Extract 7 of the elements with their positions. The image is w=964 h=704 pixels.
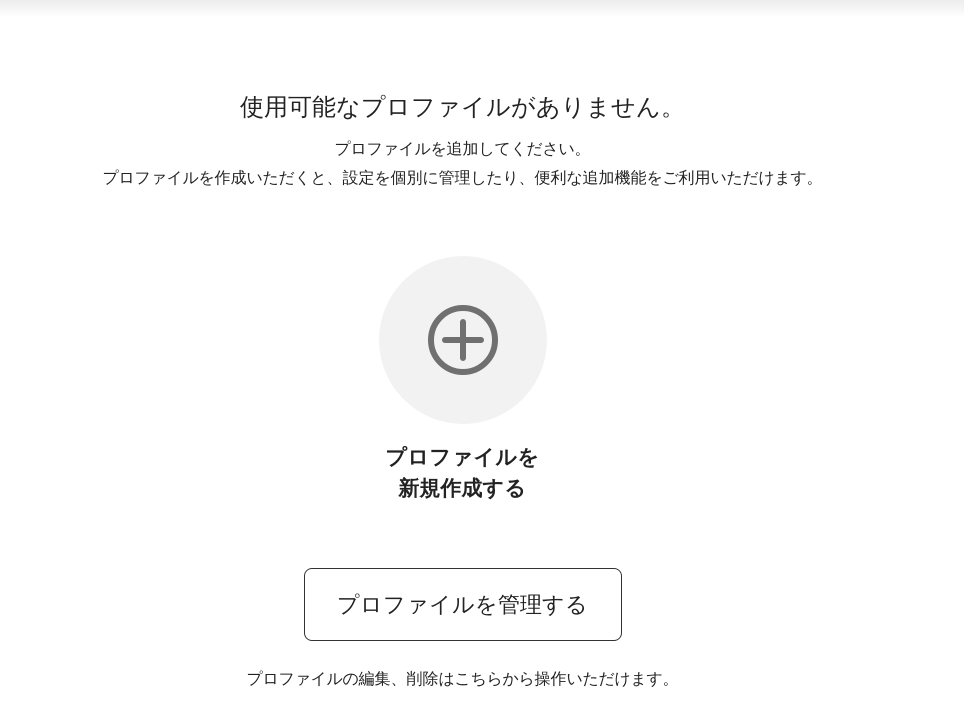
description-text: プロファイルを追加してください。 <box>334 138 590 160</box>
create-profile-label[interactable]: プロファイルを 新規作成する <box>386 442 540 504</box>
plus-icon <box>426 304 498 376</box>
manage-profiles-button[interactable]: プロファイルを管理する <box>304 568 622 641</box>
footer-note: プロファイルの編集、削除はこちらから操作いただけます。 <box>246 668 678 690</box>
empty-state-title: 使用可能なプロファイルがありません。 <box>240 92 685 123</box>
description-text: プロファイルを作成いただくと、設定を個別に管理したり、便利な追加機能をご利用いただけます。 <box>102 167 822 189</box>
